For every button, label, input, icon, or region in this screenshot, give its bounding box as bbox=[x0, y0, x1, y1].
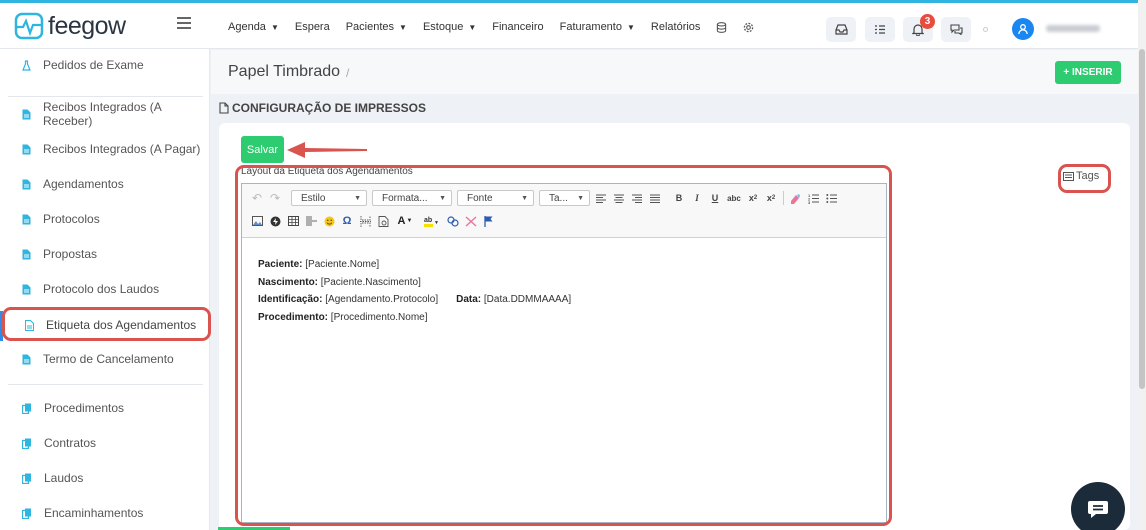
main-menu: Agenda ▼ Espera Pacientes ▼ Estoque ▼ Finan… bbox=[228, 21, 770, 33]
copy-icon bbox=[22, 473, 31, 484]
sidebar-item-propostas[interactable]: Propostas bbox=[0, 239, 210, 269]
menu-pacientes[interactable]: Pacientes ▼ bbox=[346, 21, 407, 33]
save-button[interactable]: Salvar bbox=[241, 136, 284, 163]
sidebar-item-recibos-receber[interactable]: Recibos Integrados (A Receber) bbox=[0, 99, 210, 129]
caret-down-icon: ▼ bbox=[399, 22, 407, 32]
sidebar-item-recibos-pagar[interactable]: Recibos Integrados (A Pagar) bbox=[0, 134, 210, 164]
caret-down-icon: ▼ bbox=[626, 22, 635, 32]
sidebar-item-agendamentos[interactable]: Agendamentos bbox=[0, 169, 210, 199]
logo[interactable]: feegow bbox=[14, 11, 126, 41]
file-icon bbox=[219, 102, 229, 114]
menu-financeiro[interactable]: Financeiro bbox=[492, 21, 543, 33]
sidebar-item-termo-de-cancelamento[interactable]: Termo de Cancelamento bbox=[0, 344, 210, 374]
highlight-sidebar-active bbox=[2, 307, 211, 341]
database-icon[interactable] bbox=[716, 22, 727, 33]
document-icon bbox=[22, 144, 31, 154]
document-icon bbox=[22, 354, 31, 364]
menu-espera[interactable]: Espera bbox=[295, 21, 330, 33]
document-icon bbox=[22, 249, 31, 259]
menu-estoque[interactable]: Estoque ▼ bbox=[423, 21, 476, 33]
copy-icon bbox=[22, 438, 31, 449]
inbox-button[interactable] bbox=[826, 17, 856, 42]
copy-icon bbox=[22, 403, 31, 414]
document-icon bbox=[22, 284, 31, 294]
sidebar-item-pedidos-de-exame[interactable]: Pedidos de Exame bbox=[0, 50, 210, 80]
chat-bubble-icon bbox=[1088, 501, 1108, 518]
caret-down-icon: ▼ bbox=[270, 22, 279, 32]
status-dot bbox=[983, 27, 988, 32]
logo-text: feegow bbox=[48, 11, 126, 40]
document-icon bbox=[22, 214, 31, 224]
sidebar-item-contratos[interactable]: Contratos bbox=[0, 428, 210, 458]
breadcrumb-separator: / bbox=[346, 66, 350, 80]
sidebar-divider bbox=[8, 384, 203, 385]
chat-icon bbox=[949, 24, 963, 35]
insert-button[interactable]: + INSERIR bbox=[1055, 61, 1121, 84]
inbox-icon bbox=[834, 24, 848, 35]
sidebar-divider bbox=[8, 96, 203, 97]
page-title: Papel Timbrado bbox=[228, 63, 341, 80]
scrollbar-thumb[interactable] bbox=[1139, 49, 1145, 389]
sidebar-item-protocolos[interactable]: Protocolos bbox=[0, 204, 210, 234]
menu-relatorios[interactable]: Relatórios bbox=[651, 21, 701, 33]
hamburger-menu-icon[interactable] bbox=[177, 17, 191, 29]
document-icon bbox=[22, 179, 31, 189]
highlight-tags bbox=[1058, 164, 1111, 193]
user-avatar[interactable] bbox=[1012, 18, 1034, 40]
copy-icon bbox=[22, 508, 31, 519]
logo-heartbeat-icon bbox=[14, 12, 44, 40]
highlight-editor bbox=[235, 165, 892, 526]
settings-icon[interactable] bbox=[743, 22, 754, 33]
document-icon bbox=[22, 109, 31, 119]
sidebar-item-encaminhamentos[interactable]: Encaminhamentos bbox=[0, 498, 210, 528]
flask-icon bbox=[22, 59, 31, 71]
menu-faturamento[interactable]: Faturamento ▼ bbox=[560, 21, 635, 33]
support-chat-button[interactable] bbox=[1071, 482, 1125, 530]
user-icon bbox=[1018, 24, 1028, 35]
sidebar: Pedidos de Exame Recibos Integrados (A R… bbox=[0, 49, 210, 530]
sidebar-item-protocolo-dos-laudos[interactable]: Protocolo dos Laudos bbox=[0, 274, 210, 304]
page-header bbox=[211, 50, 1138, 94]
sidebar-item-laudos[interactable]: Laudos bbox=[0, 463, 210, 493]
menu-agenda[interactable]: Agenda ▼ bbox=[228, 21, 279, 33]
tasks-button[interactable] bbox=[865, 17, 895, 42]
caret-down-icon: ▼ bbox=[468, 22, 477, 32]
username-blurred[interactable] bbox=[1046, 25, 1100, 32]
annotation-arrow-icon bbox=[287, 142, 367, 158]
notification-badge: 3 bbox=[920, 14, 935, 29]
chat-button[interactable] bbox=[941, 17, 971, 42]
tasks-icon bbox=[875, 25, 885, 34]
section-title: CONFIGURAÇÃO DE IMPRESSOS bbox=[219, 101, 426, 115]
sidebar-item-procedimentos[interactable]: Procedimentos bbox=[0, 393, 210, 423]
top-navbar: feegow Agenda ▼ Espera Pacientes ▼ Estoque… bbox=[0, 3, 1138, 49]
